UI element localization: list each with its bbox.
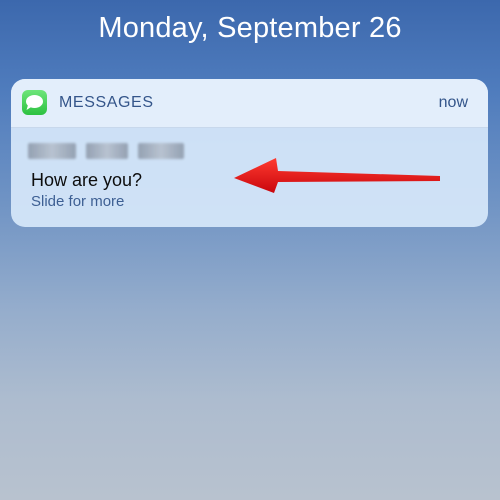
notification-header: MESSAGES now [11, 79, 488, 128]
speech-bubble-icon [26, 95, 43, 110]
slide-for-more-hint[interactable]: Slide for more [31, 193, 124, 210]
red-arrow-annotation [234, 158, 440, 193]
notification-app-name: MESSAGES [59, 94, 154, 111]
messages-app-icon [22, 90, 47, 115]
notification-time: now [438, 94, 468, 111]
blurred-sender-name [28, 143, 188, 159]
lockscreen-date: Monday, September 26 [98, 12, 402, 44]
notification-message: How are you? [31, 170, 143, 190]
